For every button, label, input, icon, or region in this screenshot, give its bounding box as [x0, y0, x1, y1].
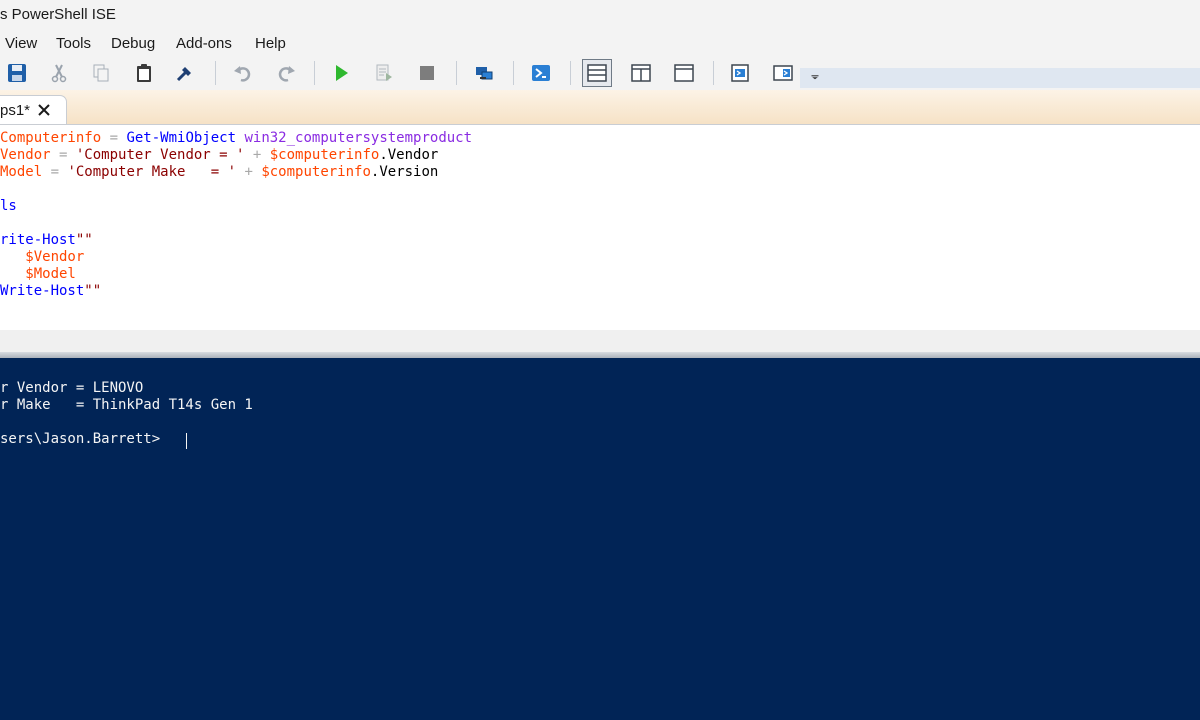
code-line: $Model: [0, 266, 76, 283]
code-line: Model = 'Computer Make = ' + $computerin…: [0, 164, 438, 181]
script-tab[interactable]: ps1*: [0, 95, 67, 124]
console-output-line: r Make = ThinkPad T14s Gen 1: [0, 397, 253, 413]
script-editor[interactable]: Computerinfo = Get-WmiObject win32_compu…: [0, 125, 1200, 330]
code-token: Model: [0, 164, 43, 180]
console-output-line: r Vendor = LENOVO: [0, 380, 144, 396]
code-token: Computerinfo: [0, 130, 102, 146]
run-icon[interactable]: [328, 60, 354, 86]
code-token: $computerinfo: [261, 164, 371, 180]
code-token: ls: [0, 198, 17, 214]
toolbar-strip: [800, 68, 1200, 88]
code-line: ls: [0, 198, 17, 215]
console-pane[interactable]: r Vendor = LENOVO r Make = ThinkPad T14s …: [0, 358, 1200, 720]
editor-horizontal-area: [0, 330, 1200, 352]
copy-icon[interactable]: [88, 60, 114, 86]
code-token: =: [42, 164, 68, 180]
toolbar-separator: [314, 61, 315, 85]
menu-tools[interactable]: Tools: [56, 35, 91, 52]
toolbar-separator: [713, 61, 714, 85]
code-token: .Vendor: [379, 147, 439, 163]
menu-help[interactable]: Help: [255, 35, 286, 52]
script-pane-top-icon[interactable]: [582, 59, 612, 87]
overflow-icon[interactable]: [806, 60, 824, 86]
script-tab-label: ps1*: [0, 102, 31, 119]
menu-view[interactable]: View: [5, 35, 37, 52]
code-token: win32_computersystemproduct: [244, 130, 473, 146]
code-token: "": [84, 283, 102, 299]
toolbar-separator: [215, 61, 216, 85]
undo-icon[interactable]: [230, 60, 256, 86]
code-token: $Model: [0, 266, 76, 282]
toolbar-separator: [570, 61, 571, 85]
code-token: 'Computer Make = ': [67, 164, 237, 180]
code-token: =: [50, 147, 76, 163]
code-line: rite-Host"": [0, 232, 93, 249]
code-token: rite-Host: [0, 232, 76, 248]
window-title: s PowerShell ISE: [0, 6, 116, 23]
script-tab-strip: ps1*: [0, 90, 1200, 124]
code-token: +: [244, 147, 270, 163]
toolbar: [0, 56, 1200, 90]
menu-bar: View Tools Debug Add-ons Help: [0, 32, 1200, 56]
menu-addons[interactable]: Add-ons: [176, 35, 232, 52]
script-pane-maximized-icon[interactable]: [671, 60, 697, 86]
show-command-window-icon[interactable]: [727, 60, 753, 86]
code-line: $Vendor: [0, 249, 84, 266]
stop-icon[interactable]: [414, 60, 440, 86]
code-token: "": [75, 232, 93, 248]
code-token: Write-Host: [0, 283, 85, 299]
paste-icon[interactable]: [131, 60, 157, 86]
remote-powershell-icon[interactable]: [471, 60, 497, 86]
toolbar-separator: [456, 61, 457, 85]
redo-icon[interactable]: [273, 60, 299, 86]
code-line: Vendor = 'Computer Vendor = ' + $compute…: [0, 147, 438, 164]
script-pane-right-icon[interactable]: [628, 60, 654, 86]
code-token: $Vendor: [0, 249, 85, 265]
save-icon[interactable]: [4, 60, 30, 86]
run-selection-icon[interactable]: [371, 60, 397, 86]
console-caret: [186, 433, 187, 449]
code-line: Computerinfo = Get-WmiObject win32_compu…: [0, 130, 472, 147]
close-icon[interactable]: [37, 103, 51, 117]
code-token: $computerinfo: [269, 147, 380, 163]
toolbar-separator: [513, 61, 514, 85]
show-command-addon-icon[interactable]: [770, 60, 796, 86]
cut-icon[interactable]: [46, 60, 72, 86]
code-token: =: [101, 130, 127, 146]
code-token: 'Computer Vendor = ': [75, 147, 245, 163]
code-token: .Version: [370, 164, 439, 180]
code-token: Vendor: [0, 147, 51, 163]
clear-icon[interactable]: [172, 60, 198, 86]
powershell-console-icon[interactable]: [528, 60, 554, 86]
title-bar: s PowerShell ISE: [0, 0, 1200, 32]
code-token: Get-WmiObject: [126, 130, 237, 146]
console-prompt: sers\Jason.Barrett>: [0, 431, 169, 447]
code-line: Write-Host"": [0, 283, 101, 300]
menu-debug[interactable]: Debug: [111, 35, 155, 52]
code-token: +: [236, 164, 262, 180]
